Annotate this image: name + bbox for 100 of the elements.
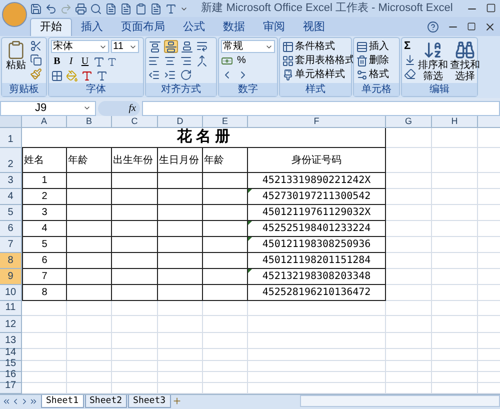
column-header[interactable]: E	[203, 116, 248, 128]
ribbon-tab[interactable]: 视图	[294, 18, 334, 36]
ribbon-tab[interactable]: 开始	[30, 18, 72, 36]
find-select-button[interactable]: 查找和 选择	[450, 40, 480, 83]
format-painter-icon[interactable]	[30, 68, 42, 80]
table-cell	[158, 189, 203, 205]
horizontal-scrollbar[interactable]	[300, 395, 500, 407]
column-header[interactable]: A	[22, 116, 67, 128]
cells-menu-button[interactable]: 插入	[356, 40, 389, 53]
cells-menu-button[interactable]: 格式	[356, 68, 389, 81]
cells-menu-button[interactable]: 删除	[356, 54, 389, 67]
fill-icon[interactable]	[404, 54, 416, 66]
table-cell	[22, 301, 67, 316]
first-sheet-icon[interactable]	[2, 397, 11, 406]
row-header[interactable]: 7	[0, 237, 22, 253]
text-icon[interactable]	[165, 2, 177, 14]
preview-icon[interactable]	[90, 2, 102, 14]
font-color-icon[interactable]	[81, 70, 93, 82]
align-right-icon[interactable]	[180, 55, 192, 67]
font-size-field[interactable]: 11	[111, 40, 139, 53]
table-cell	[112, 205, 158, 221]
merge-icon[interactable]	[196, 55, 208, 67]
ribbon-tab[interactable]: 审阅	[254, 18, 294, 36]
maximize-icon[interactable]	[486, 2, 496, 12]
row-header[interactable]: 13	[0, 333, 22, 349]
table-cell	[203, 173, 248, 189]
row-header[interactable]: 9	[0, 269, 22, 285]
indent-increase-icon[interactable]	[164, 69, 176, 81]
currency-icon[interactable]	[221, 55, 233, 67]
row-header[interactable]: 3	[0, 173, 22, 189]
close-icon[interactable]	[484, 20, 496, 32]
insert-sheet-icon[interactable]	[172, 396, 182, 406]
font-style-button[interactable]: B	[51, 55, 63, 68]
ribbon-tab[interactable]: 插入	[72, 18, 112, 36]
align-left-icon[interactable]	[148, 55, 160, 67]
restore-icon[interactable]	[467, 22, 476, 31]
clipboard-icon[interactable]	[135, 2, 147, 14]
percent-button[interactable]: %	[237, 56, 246, 66]
sheet-tab[interactable]: Sheet2	[84, 395, 128, 408]
orientation-icon[interactable]	[180, 69, 192, 81]
row-header[interactable]: 11	[0, 301, 22, 316]
style-menu-button[interactable]: 单元格样式	[282, 68, 355, 81]
number-format-field[interactable]: 常规	[221, 40, 275, 53]
error-marker-icon	[248, 269, 252, 273]
font-name-field[interactable]: 宋体	[51, 40, 109, 53]
column-header[interactable]: C	[112, 116, 158, 128]
next-sheet-icon[interactable]	[20, 397, 29, 406]
sheet-tab[interactable]: Sheet3	[128, 395, 171, 408]
column-header[interactable]: D	[158, 116, 203, 128]
clear-icon[interactable]	[404, 68, 416, 80]
table-cell	[67, 221, 112, 237]
font-style-button[interactable]: U	[79, 55, 91, 68]
document-icon[interactable]	[150, 2, 162, 14]
column-header[interactable]: B	[67, 116, 112, 128]
cut-icon[interactable]	[30, 40, 42, 52]
sheet-tab[interactable]: Sheet1	[41, 395, 84, 408]
name-box[interactable]: J9	[0, 100, 96, 116]
ribbon-tab[interactable]: 数据	[214, 18, 254, 36]
vertical-align-button[interactable]	[148, 40, 162, 53]
row-header[interactable]: 10	[0, 285, 22, 301]
align-center-icon[interactable]	[164, 55, 176, 67]
save-icon[interactable]	[30, 2, 42, 14]
table-cell	[432, 361, 478, 372]
row-header[interactable]: 4	[0, 189, 22, 205]
function-button[interactable]: fx	[98, 100, 140, 116]
table-cell: 452525198401233224	[248, 221, 386, 237]
last-sheet-icon[interactable]	[29, 397, 38, 406]
document-icon[interactable]	[120, 2, 132, 14]
fill-color-icon[interactable]	[66, 70, 78, 82]
sort-filter-button[interactable]: 排序和 筛选	[418, 40, 448, 83]
column-header[interactable]: G	[386, 116, 432, 128]
print-icon[interactable]	[75, 2, 87, 14]
ribbon-tab[interactable]: 公式	[174, 18, 214, 36]
ribbon-tab[interactable]: 页面布局	[112, 18, 174, 36]
document-icon[interactable]	[105, 2, 117, 14]
table-cell	[67, 253, 112, 269]
column-header[interactable]: F	[248, 116, 386, 128]
vertical-align-button[interactable]	[164, 40, 178, 53]
style-menu-button[interactable]: 条件格式	[282, 40, 355, 53]
formula-field[interactable]	[142, 100, 500, 116]
row-header[interactable]: 1	[0, 128, 22, 148]
autosum-button[interactable]: Σ	[404, 40, 411, 52]
table-cell	[386, 316, 432, 333]
vertical-align-button[interactable]	[180, 40, 194, 53]
paste-button[interactable]: 粘贴	[4, 40, 28, 83]
row-header[interactable]: 2	[0, 148, 22, 173]
wrap-text-icon[interactable]	[196, 40, 208, 52]
help-icon[interactable]	[427, 20, 439, 32]
column-header[interactable]: H	[432, 116, 478, 128]
row-header[interactable]: 17	[0, 383, 22, 394]
font-style-button[interactable]: I	[65, 55, 77, 68]
borders-icon[interactable]	[51, 70, 63, 82]
previous-sheet-icon[interactable]	[11, 397, 20, 406]
undo-icon[interactable]	[45, 2, 57, 14]
indent-decrease-icon[interactable]	[148, 69, 160, 81]
copy-icon[interactable]	[30, 54, 42, 66]
row-header[interactable]: 12	[0, 316, 22, 333]
row-header[interactable]: 6	[0, 221, 22, 237]
row-header[interactable]: 5	[0, 205, 22, 221]
row-header[interactable]: 8	[0, 253, 22, 269]
